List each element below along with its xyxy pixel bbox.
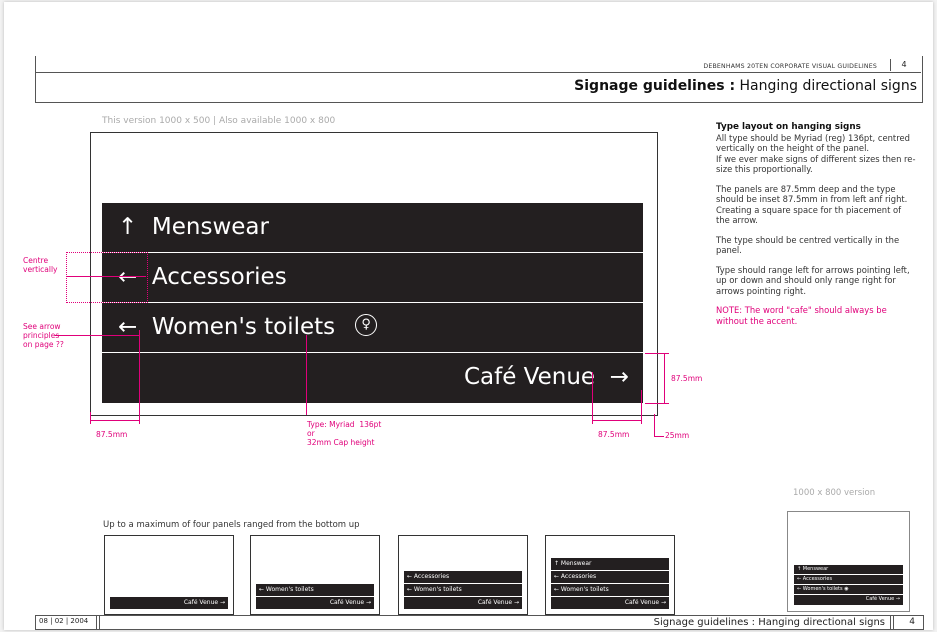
guidance-paragraph: The panels are 87.5mm deep and the type …	[716, 183, 908, 226]
inset-left-dimension	[90, 420, 139, 421]
footer-date: 08 | 02 | 2004	[39, 617, 89, 625]
mini-panel-menswear: ↑ Menswear	[551, 557, 669, 570]
mini-panel-cafe: Café Venue →	[110, 596, 228, 609]
header-divider	[35, 72, 921, 73]
centre-guide-box	[66, 252, 148, 303]
left-arrow-icon: ←	[118, 314, 138, 340]
header-page-number: 4	[890, 59, 917, 71]
section-title-rest: Hanging directional signs	[735, 78, 918, 94]
footer-divider	[893, 616, 894, 629]
mini-panel-toilets: ← Women's toilets	[256, 583, 374, 596]
panel-depth-dimension	[664, 353, 665, 403]
inset-right-guide	[592, 372, 593, 424]
example-three-panels: ← Accessories ← Women's toilets Café Ven…	[398, 535, 528, 615]
margin-pointer	[654, 436, 664, 437]
mini-panel-toilets: ← Women's toilets ◉	[794, 584, 903, 595]
inset-left-guide	[139, 330, 140, 424]
panel-label: Café Venue	[463, 364, 596, 390]
guidance-paragraph: Type should range left for arrows pointi…	[716, 264, 910, 296]
inset-right-dimension	[592, 420, 641, 421]
panel-label: Accessories	[151, 264, 287, 290]
example-four-panels: ↑ Menswear ← Accessories ← Women's toile…	[545, 535, 675, 615]
margin-right-label: 25mm	[665, 431, 690, 440]
footer-bar: 08 | 02 | 2004 Signage guidelines : Hang…	[35, 615, 924, 630]
panel-depth-bottom-tick	[645, 403, 669, 404]
mini-panel-cafe: Café Venue →	[794, 594, 903, 605]
panel-menswear: ↑ Menswear	[102, 203, 643, 253]
panel-depth-label: 87.5mm	[671, 374, 703, 383]
document-title: DEBENHAMS 20TEN CORPORATE VISUAL GUIDELI…	[703, 63, 877, 70]
example-one-panel: Café Venue →	[104, 535, 234, 615]
panel-depth-top-tick	[645, 353, 669, 354]
mini-panel-toilets: ← Women's toilets	[551, 583, 669, 596]
panel-accessories: ← Accessories	[102, 253, 643, 303]
centre-guide-line	[66, 276, 146, 277]
mini-panel-accessories: ← Accessories	[404, 570, 522, 583]
sign-panels: ↑ Menswear ← Accessories ← Women's toile…	[102, 203, 643, 403]
version-note: This version 1000 x 500 | Also available…	[102, 116, 336, 126]
mini-panel-accessories: ← Accessories	[794, 574, 903, 585]
arrow-principles-note: See arrow principles on page ??	[23, 322, 64, 349]
arrow-pointer-line	[55, 335, 140, 336]
mini-panel-cafe: Café Venue →	[256, 596, 374, 609]
footer-divider	[99, 616, 100, 629]
examples-caption: Up to a maximum of four panels ranged fr…	[103, 520, 360, 530]
guidance-paragraph: All type should be Myriad (reg) 136pt, c…	[716, 132, 916, 175]
footer-title: Signage guidelines : Hanging directional…	[653, 617, 885, 628]
mini-panel-accessories: ← Accessories	[551, 570, 669, 583]
inset-right-label: 87.5mm	[598, 430, 630, 439]
margin-tick	[654, 414, 655, 436]
guidance-paragraph: The type should be centred vertically in…	[716, 234, 900, 256]
guidance-heading: Type layout on hanging signs	[716, 122, 861, 132]
section-title: Signage guidelines : Hanging directional…	[574, 78, 917, 94]
panel-cafe: Café Venue →	[102, 353, 643, 402]
panel-label: Women's toilets	[151, 314, 336, 340]
example-1000x800: ↑ Menswear ← Accessories ← Women's toile…	[787, 511, 910, 612]
footer-page-number: 4	[909, 617, 915, 627]
centre-vertically-note: Centre vertically	[23, 256, 58, 274]
female-toilet-icon: ♀	[355, 313, 378, 336]
mini-panel-toilets: ← Women's toilets	[404, 583, 522, 596]
panel-label: Menswear	[151, 214, 269, 240]
guidance-note: NOTE: The word "cafe" should always be w…	[716, 305, 887, 326]
footer-divider	[96, 616, 97, 629]
footer-divider	[890, 616, 891, 629]
type-spec-note: Type: Myriad 136pt or 32mm Cap height	[307, 420, 382, 447]
right-arrow-icon: →	[609, 364, 629, 390]
section-title-bold: Signage guidelines :	[574, 78, 736, 94]
type-pointer-line	[306, 335, 307, 415]
mini-panel-menswear: ↑ Menswear	[794, 564, 903, 575]
inset-left-label: 87.5mm	[96, 430, 128, 439]
example-two-panels: ← Women's toilets Café Venue →	[250, 535, 380, 615]
inset-left-tick	[90, 412, 91, 424]
alt-version-label: 1000 x 800 version	[793, 488, 876, 498]
mini-panel-cafe: Café Venue →	[404, 596, 522, 609]
up-arrow-icon: ↑	[118, 214, 138, 240]
mini-panel-cafe: Café Venue →	[551, 596, 669, 609]
guidance-text: Type layout on hanging signs All type sh…	[716, 122, 916, 335]
inset-right-tick	[641, 390, 642, 424]
panel-womens-toilets: ← Women's toilets ♀	[102, 303, 643, 353]
